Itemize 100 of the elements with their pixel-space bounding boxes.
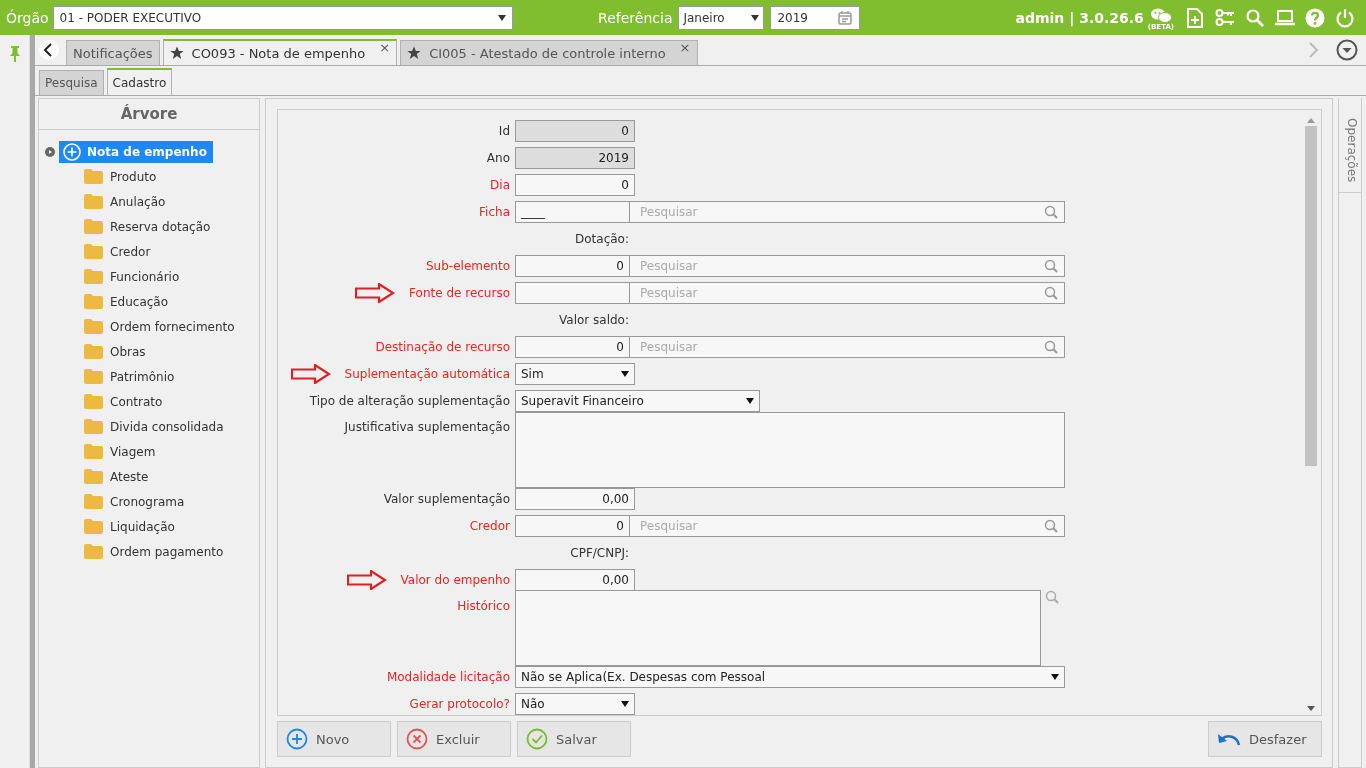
field-label: Histórico (457, 598, 510, 613)
field-label: Id (498, 124, 510, 138)
calendar-icon[interactable] (837, 9, 854, 26)
tree-node[interactable]: Cronograma (110, 494, 185, 509)
folder-icon (84, 494, 103, 509)
dropdown-circle-icon[interactable] (1336, 39, 1358, 61)
tree-node[interactable]: Patrimônio (110, 369, 175, 384)
chat-bubbles-icon (1149, 8, 1172, 23)
orgao-select[interactable]: 01 - PODER EXECUTIVO (52, 5, 513, 30)
tree-node[interactable]: Nota de empenho (59, 140, 213, 163)
tree-node[interactable]: Educação (110, 294, 169, 309)
select-field[interactable]: Superavit Financeiro (515, 390, 760, 412)
search-icon[interactable] (1045, 590, 1059, 605)
tree-node[interactable]: Viagem (110, 444, 156, 459)
tree-node[interactable]: Ordem pagamento (110, 544, 224, 559)
text-area[interactable] (515, 590, 1041, 667)
undo-button[interactable]: Desfazer (1208, 721, 1322, 757)
field-label: Tipo de alteração suplementação (309, 394, 510, 408)
operations-tab[interactable]: Operações (1339, 108, 1361, 194)
folder-icon (84, 544, 103, 559)
tree-node[interactable]: Obras (110, 344, 146, 359)
laptop-icon[interactable] (1275, 7, 1295, 28)
tree-node[interactable]: Credor (110, 244, 151, 259)
folder-icon (84, 519, 103, 534)
back-icon[interactable] (39, 40, 59, 60)
orgao-label: Órgão (6, 9, 49, 26)
document-tab[interactable]: Notificações (66, 40, 160, 65)
scroll-up-icon[interactable] (1307, 118, 1315, 123)
month-select[interactable]: Janeiro (678, 5, 765, 30)
field-label: Gerar protocolo? (409, 697, 510, 711)
folder-icon (84, 269, 103, 284)
forward-icon[interactable] (1307, 41, 1321, 59)
scrollbar-thumb[interactable] (1305, 126, 1317, 466)
tree-node[interactable]: Produto (110, 169, 157, 184)
referencia-label: Referência (598, 9, 673, 26)
tree-node[interactable]: Anulação (110, 194, 166, 209)
folder-icon (84, 294, 103, 309)
field-label: Credor (469, 518, 510, 533)
pin-icon[interactable] (8, 45, 21, 63)
search-icon[interactable] (1245, 7, 1265, 28)
tree-node[interactable]: Ateste (110, 469, 149, 484)
delete-button[interactable]: Excluir (397, 721, 511, 757)
x-circle-icon (406, 728, 428, 750)
undo-icon (1217, 731, 1241, 747)
code-field[interactable]: 0 (515, 514, 629, 537)
tree-node[interactable]: Liquidação (110, 519, 175, 534)
close-tab-button[interactable]: × (379, 40, 391, 55)
field-label: Sub-elemento (426, 259, 510, 273)
plus-circle-icon (286, 728, 308, 750)
document-tab[interactable]: CO093 - Nota de empenho × (162, 39, 398, 65)
caret-icon (621, 701, 629, 707)
field-label: Valor do empenho (400, 572, 510, 587)
select-field[interactable]: Não (515, 693, 635, 715)
select-field[interactable]: Sim (515, 363, 635, 385)
user-version: admin | 3.0.26.6 (1015, 9, 1144, 26)
scroll-down-icon[interactable] (1307, 706, 1315, 711)
caret-icon (497, 14, 506, 21)
code-field[interactable]: 0 (515, 336, 629, 358)
caret-icon (751, 14, 760, 21)
save-button[interactable]: Salvar (517, 721, 631, 757)
power-icon[interactable] (1335, 7, 1355, 28)
field-label: Ano (486, 151, 510, 165)
search-icon[interactable] (1044, 259, 1058, 273)
tree-node[interactable]: Reserva dotação (110, 219, 211, 234)
code-field[interactable]: 0 (515, 255, 629, 277)
help-icon[interactable] (1305, 7, 1325, 28)
new-button[interactable]: Novo (277, 721, 391, 757)
folder-icon (84, 219, 103, 234)
input-field[interactable]: 0,00 (515, 487, 635, 510)
sub-tab[interactable]: Pesquisa (39, 70, 104, 95)
select-field[interactable]: Não se Aplica(Ex. Despesas com Pessoal (515, 666, 1065, 688)
field-label: Dia (490, 178, 510, 192)
tree-node[interactable]: Divida consolidada (110, 419, 224, 434)
new-document-icon[interactable] (1185, 7, 1205, 28)
close-tab-button[interactable]: × (679, 40, 691, 55)
code-field[interactable] (515, 282, 629, 304)
year-field[interactable]: 2019 (770, 5, 861, 30)
text-area[interactable] (515, 411, 1065, 488)
sub-tab[interactable]: Cadastro (106, 68, 173, 95)
tree-node[interactable]: Ordem fornecimento (110, 319, 235, 334)
input-field[interactable]: 0,00 (515, 568, 635, 591)
caret-icon (1051, 674, 1059, 680)
folder-icon (84, 169, 103, 184)
search-icon[interactable] (1044, 205, 1058, 219)
search-icon[interactable] (1044, 518, 1058, 533)
expand-icon[interactable] (45, 146, 55, 157)
caret-icon (621, 371, 629, 377)
search-icon[interactable] (1044, 286, 1058, 300)
field-label: Fonte de recurso (409, 286, 510, 300)
field-label: Ficha (479, 205, 510, 219)
code-field[interactable]: ____ (515, 201, 629, 223)
search-icon[interactable] (1044, 340, 1058, 354)
folder-icon (84, 344, 103, 359)
check-circle-icon (526, 728, 548, 750)
document-tab[interactable]: CI005 - Atestado de controle interno × (400, 40, 698, 65)
input-field[interactable]: 0 (515, 174, 635, 196)
tree-node[interactable]: Funcionário (110, 269, 180, 284)
keys-icon[interactable] (1215, 7, 1235, 28)
tree-node[interactable]: Contrato (110, 394, 163, 409)
folder-icon (84, 394, 103, 409)
